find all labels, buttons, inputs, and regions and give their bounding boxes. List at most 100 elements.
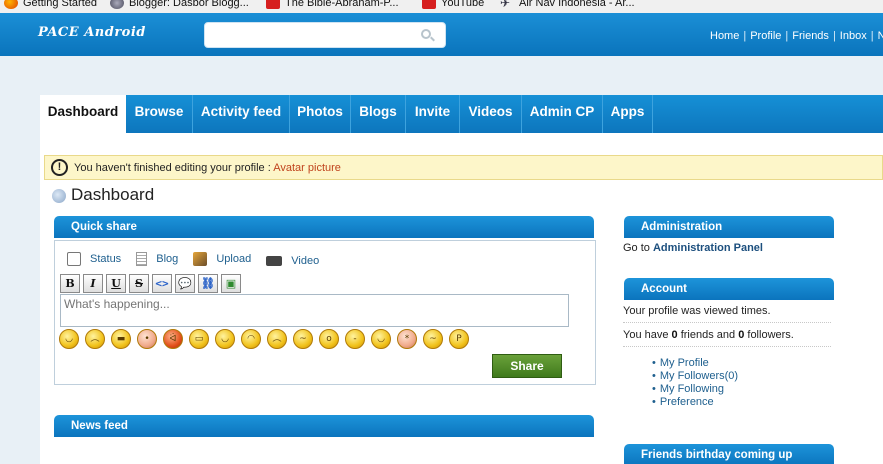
friends-mid: friends and bbox=[677, 329, 739, 341]
share-type-upload[interactable]: Upload bbox=[193, 252, 251, 266]
blush-emoticon-icon[interactable]: • bbox=[137, 329, 157, 349]
laugh-emoticon-icon[interactable]: ◠ bbox=[241, 329, 261, 349]
share-type-label: Upload bbox=[216, 253, 252, 265]
sleepy-emoticon-icon[interactable]: - bbox=[345, 329, 365, 349]
separator: | bbox=[785, 30, 789, 42]
share-button[interactable]: Share bbox=[492, 354, 562, 378]
top-link-friends[interactable]: Friends bbox=[792, 30, 829, 42]
divider bbox=[623, 346, 831, 347]
site-logo[interactable]: PACE Android bbox=[38, 25, 146, 40]
tab-dashboard[interactable]: Dashboard bbox=[40, 95, 126, 133]
underline-button[interactable]: U bbox=[106, 274, 126, 293]
bookmark-label: YouTube bbox=[441, 0, 485, 9]
my-profile-link[interactable]: My Profile bbox=[652, 357, 738, 370]
tab-invite[interactable]: Invite bbox=[406, 95, 460, 133]
format-toolbar: B I U S <> 💬 ⛓ ▣ bbox=[60, 274, 241, 293]
friends-prefix: You have bbox=[623, 329, 672, 341]
globe-icon bbox=[110, 0, 124, 9]
tab-apps[interactable]: Apps bbox=[603, 95, 653, 133]
friends-count-text: You have 0 friends and 0 followers. bbox=[623, 329, 794, 341]
bookmark-label: The Bible-Abraham-P... bbox=[285, 0, 399, 9]
youtube-icon bbox=[266, 0, 280, 9]
tab-browse[interactable]: Browse bbox=[126, 95, 193, 133]
bookmark-getting-started[interactable]: Getting Started bbox=[4, 0, 97, 9]
separator: | bbox=[832, 30, 836, 42]
firefox-icon bbox=[4, 0, 18, 9]
tab-activity-feed[interactable]: Activity feed bbox=[193, 95, 290, 133]
tongue-emoticon-icon[interactable]: P bbox=[449, 329, 469, 349]
separator: | bbox=[870, 30, 874, 42]
bookmark-label: Getting Started bbox=[23, 0, 97, 9]
strikethrough-button[interactable]: S bbox=[129, 274, 149, 293]
emoticon-bar: ◡ ︵ ▬ • ᐛ ▭ ◡ ◠ ︵ ~ o - ◡ * ~ P bbox=[59, 329, 469, 349]
page-title: Dashboard bbox=[71, 185, 155, 204]
top-link-inbox[interactable]: Inbox bbox=[840, 30, 867, 42]
preference-link[interactable]: Preference bbox=[652, 396, 738, 409]
avatar-picture-link[interactable]: Avatar picture bbox=[273, 162, 341, 174]
tab-blogs[interactable]: Blogs bbox=[351, 95, 406, 133]
tab-photos[interactable]: Photos bbox=[290, 95, 351, 133]
speech-bubble-icon bbox=[67, 252, 81, 266]
share-type-blog[interactable]: Blog bbox=[136, 252, 178, 266]
status-input[interactable] bbox=[60, 294, 569, 327]
search-input[interactable] bbox=[211, 24, 411, 46]
bookmark-airnav[interactable]: ✈ Air Nav Indonesia - Ar... bbox=[500, 0, 635, 9]
site-header: PACE Android Home | Profile | Friends | Inbox |… bbox=[0, 13, 883, 56]
happy-emoticon-icon[interactable]: ◡ bbox=[371, 329, 391, 349]
share-type-label: Status bbox=[90, 253, 122, 265]
document-icon bbox=[136, 252, 148, 266]
administration-header: Administration bbox=[624, 216, 834, 238]
bookmark-youtube[interactable]: YouTube bbox=[422, 0, 484, 9]
main-nav: Dashboard Browse Activity feed Photos Bl… bbox=[40, 95, 883, 133]
warning-text: You haven't finished editing your profil… bbox=[74, 162, 274, 174]
account-header: Account bbox=[624, 278, 834, 300]
top-link-home[interactable]: Home bbox=[710, 30, 739, 42]
warning-message: You haven't finished editing your profil… bbox=[74, 162, 341, 174]
silly-emoticon-icon[interactable]: ~ bbox=[423, 329, 443, 349]
quote-button[interactable]: 💬 bbox=[175, 274, 195, 293]
code-button[interactable]: <> bbox=[152, 274, 172, 293]
image-button[interactable]: ▣ bbox=[221, 274, 241, 293]
share-type-label: Video bbox=[291, 255, 320, 267]
bookmark-label: Air Nav Indonesia - Ar... bbox=[519, 0, 635, 9]
birthday-header: Friends birthday coming up bbox=[624, 444, 834, 464]
bold-button[interactable]: B bbox=[60, 274, 80, 293]
administration-text: Go to Administration Panel bbox=[623, 242, 763, 254]
dashboard-icon bbox=[52, 189, 66, 203]
frown-emoticon-icon[interactable]: ︵ bbox=[267, 329, 287, 349]
cool-emoticon-icon[interactable]: ▬ bbox=[111, 329, 131, 349]
administration-panel-link[interactable]: Administration Panel bbox=[653, 242, 763, 254]
angry-emoticon-icon[interactable]: ᐛ bbox=[163, 329, 183, 349]
account-links: My Profile My Followers(0) My Following … bbox=[652, 357, 738, 409]
search-icon[interactable] bbox=[421, 29, 431, 39]
airplane-icon: ✈ bbox=[500, 0, 511, 10]
bookmark-bible[interactable]: The Bible-Abraham-P... bbox=[266, 0, 399, 9]
grin-emoticon-icon[interactable]: ▭ bbox=[189, 329, 209, 349]
share-type-video[interactable]: Video bbox=[266, 255, 319, 267]
top-link-profile[interactable]: Profile bbox=[750, 30, 781, 42]
link-button[interactable]: ⛓ bbox=[198, 274, 218, 293]
warning-icon: ! bbox=[51, 159, 68, 176]
divider bbox=[623, 322, 831, 323]
sad-emoticon-icon[interactable]: ︵ bbox=[85, 329, 105, 349]
profile-warning: ! You haven't finished editing your prof… bbox=[44, 155, 883, 180]
top-link-notifications[interactable]: No bbox=[878, 30, 883, 42]
tab-videos[interactable]: Videos bbox=[460, 95, 522, 133]
share-type-label: Blog bbox=[156, 253, 179, 265]
kiss-emoticon-icon[interactable]: * bbox=[397, 329, 417, 349]
italic-button[interactable]: I bbox=[83, 274, 103, 293]
bookmark-blogger[interactable]: Blogger: Dasbor Blogg... bbox=[110, 0, 249, 9]
tab-admin-cp[interactable]: Admin CP bbox=[522, 95, 603, 133]
bookmark-label: Blogger: Dasbor Blogg... bbox=[129, 0, 249, 9]
surprised-emoticon-icon[interactable]: o bbox=[319, 329, 339, 349]
think-emoticon-icon[interactable]: ~ bbox=[293, 329, 313, 349]
share-types: Status Blog Upload Video bbox=[67, 252, 331, 269]
video-camera-icon bbox=[266, 256, 283, 266]
share-type-status[interactable]: Status bbox=[67, 252, 121, 266]
my-following-link[interactable]: My Following bbox=[652, 383, 738, 396]
top-links: Home|Profile|Friends|Inbox|No bbox=[710, 30, 883, 42]
my-followers-link[interactable]: My Followers(0) bbox=[652, 370, 738, 383]
wink-emoticon-icon[interactable]: ◡ bbox=[215, 329, 235, 349]
search-box bbox=[204, 22, 446, 48]
smile-emoticon-icon[interactable]: ◡ bbox=[59, 329, 79, 349]
